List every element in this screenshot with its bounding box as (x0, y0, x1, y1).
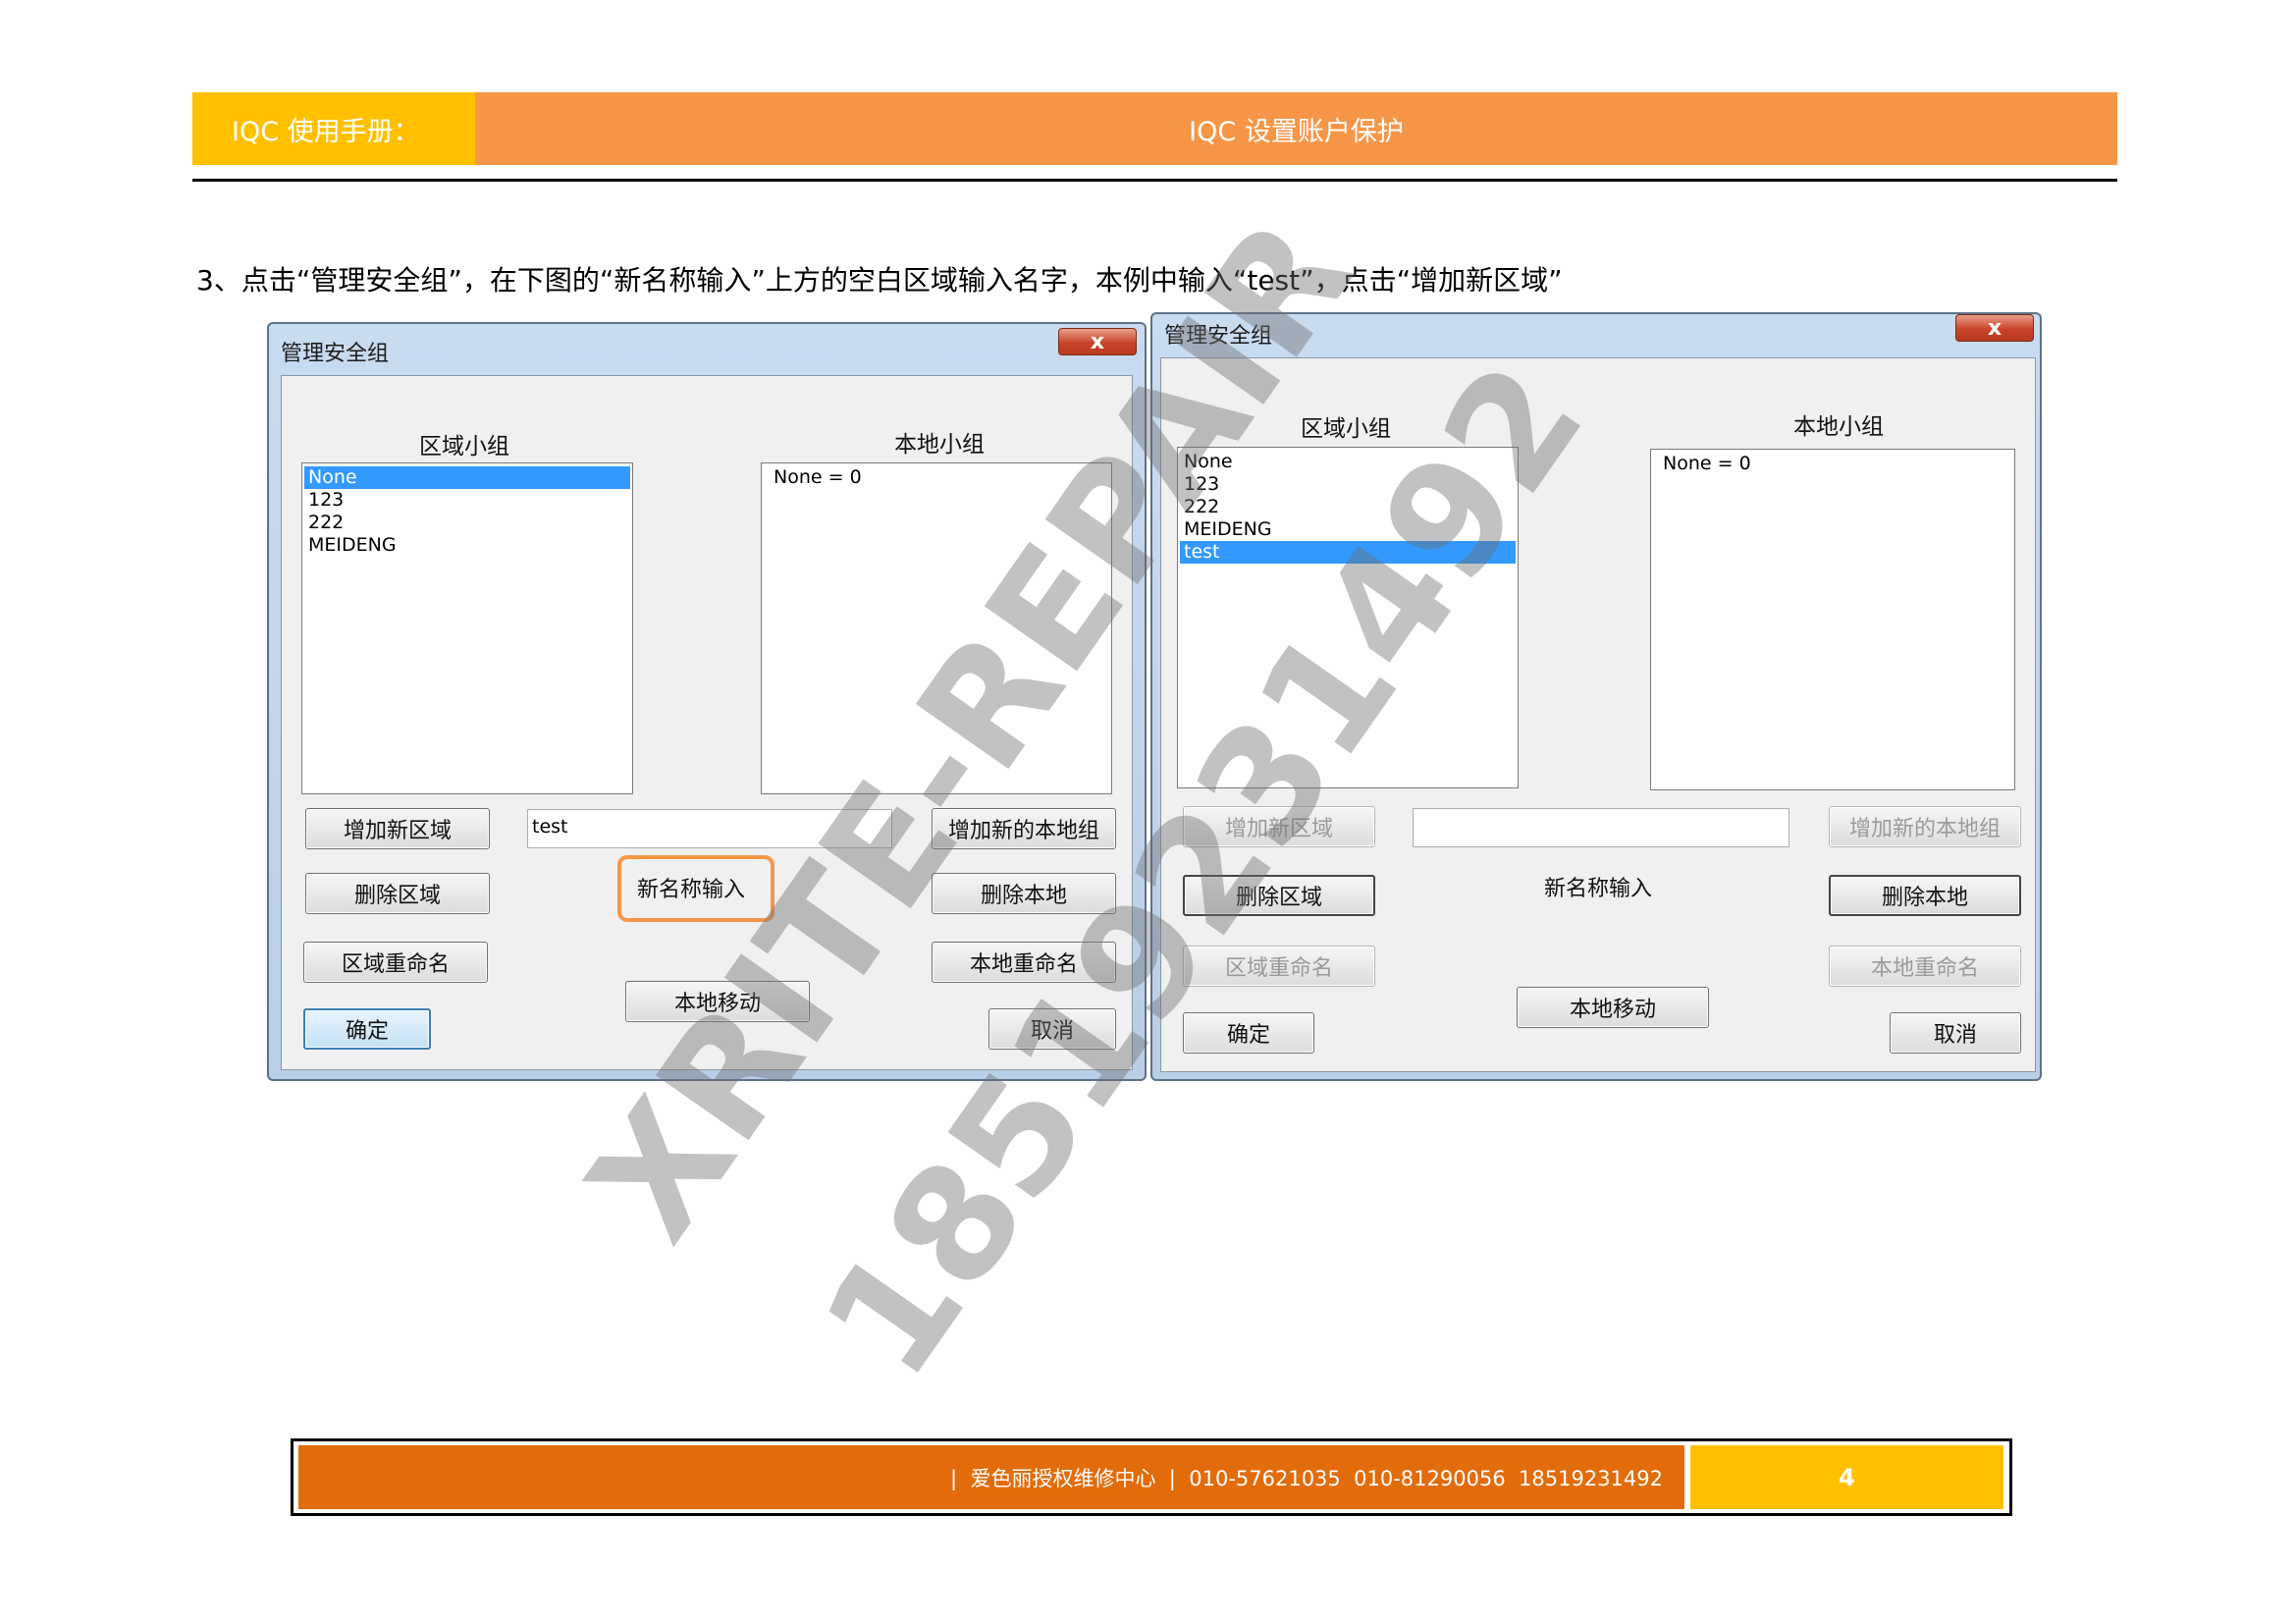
page-number: 4 (1690, 1445, 2003, 1509)
footer-contact: | 爱色丽授权维修中心 | 010-57621035 010-81290056 … (298, 1445, 1684, 1509)
add-region-button[interactable]: 增加新区域 (1183, 806, 1375, 847)
local-group-label: 本地小组 (1793, 414, 1884, 440)
dialog-title: 管理安全组 (281, 342, 390, 366)
rename-region-button[interactable]: 区域重命名 (1183, 946, 1375, 987)
local-group-list[interactable]: None = 0 (1650, 449, 2015, 790)
ok-button[interactable]: 确定 (1183, 1012, 1314, 1054)
list-item[interactable]: None = 0 (1659, 453, 2012, 475)
region-group-label: 区域小组 (1301, 416, 1391, 442)
manage-security-group-dialog-after: 管理安全组 x 区域小组 本地小组 None 123 222 MEIDENG t… (1150, 312, 2042, 1081)
delete-local-button[interactable]: 删除本地 (932, 873, 1116, 914)
rename-local-button[interactable]: 本地重命名 (1829, 946, 2021, 987)
region-group-list[interactable]: None 123 222 MEIDENG test (1177, 447, 1519, 788)
new-name-input[interactable]: test (527, 809, 892, 848)
list-item[interactable]: 222 (1180, 496, 1516, 518)
list-item[interactable]: MEIDENG (1180, 518, 1516, 541)
rename-region-button[interactable]: 区域重命名 (303, 942, 488, 983)
list-item[interactable]: 222 (304, 512, 630, 534)
list-item[interactable]: MEIDENG (304, 534, 630, 557)
new-name-label: 新名称输入 (637, 878, 746, 902)
list-item[interactable]: 123 (1180, 473, 1516, 496)
step-instruction: 3、点击“管理安全组”，在下图的“新名称输入”上方的空白区域输入名字，本例中输入… (196, 264, 1563, 297)
new-name-label: 新名称输入 (1544, 877, 1653, 901)
rename-local-button[interactable]: 本地重命名 (932, 942, 1116, 983)
close-icon[interactable]: x (1955, 314, 2034, 342)
header-section-title: IQC 设置账户保护 (475, 92, 2117, 165)
list-item[interactable]: None (1180, 451, 1516, 473)
list-item[interactable]: test (1180, 541, 1516, 564)
dialog-title: 管理安全组 (1164, 324, 1273, 349)
cancel-button[interactable]: 取消 (988, 1008, 1116, 1050)
list-item[interactable]: None = 0 (770, 466, 1109, 489)
add-local-group-button[interactable]: 增加新的本地组 (932, 808, 1116, 849)
close-icon[interactable]: x (1058, 328, 1137, 355)
delete-local-button[interactable]: 删除本地 (1829, 875, 2021, 916)
header-manual-title: IQC 使用手册： (192, 92, 475, 165)
add-region-button[interactable]: 增加新区域 (305, 808, 490, 849)
delete-region-button[interactable]: 删除区域 (305, 873, 490, 914)
move-local-button[interactable]: 本地移动 (1517, 987, 1709, 1028)
dialog-client-area: 区域小组 本地小组 None 123 222 MEIDENG test None… (1160, 357, 2036, 1072)
region-group-label: 区域小组 (419, 434, 509, 460)
manage-security-group-dialog-before: 管理安全组 x 区域小组 本地小组 None 123 222 MEIDENG N… (267, 322, 1147, 1081)
move-local-button[interactable]: 本地移动 (625, 981, 810, 1022)
add-local-group-button[interactable]: 增加新的本地组 (1829, 806, 2021, 847)
region-group-list[interactable]: None 123 222 MEIDENG (301, 462, 633, 794)
new-name-input[interactable] (1413, 808, 1789, 847)
ok-button[interactable]: 确定 (303, 1008, 431, 1050)
local-group-list[interactable]: None = 0 (761, 462, 1112, 794)
list-item[interactable]: 123 (304, 489, 630, 512)
header-divider (192, 179, 2117, 182)
list-item[interactable]: None (304, 466, 630, 489)
local-group-label: 本地小组 (894, 432, 985, 458)
delete-region-button[interactable]: 删除区域 (1183, 875, 1375, 916)
cancel-button[interactable]: 取消 (1890, 1012, 2021, 1054)
dialog-client-area: 区域小组 本地小组 None 123 222 MEIDENG None = 0 … (281, 375, 1133, 1070)
